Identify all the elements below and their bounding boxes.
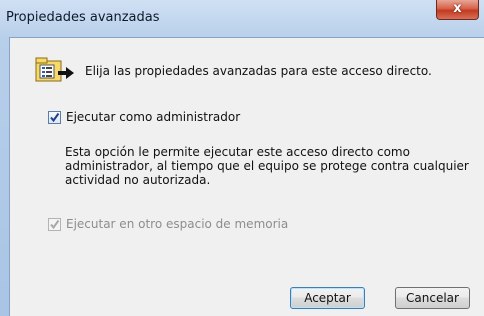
cancel-button[interactable]: Cancelar — [395, 287, 470, 309]
separate-memory-checkbox — [48, 218, 61, 231]
dialog-window: Propiedades avanzadas x Elija las propie… — [0, 0, 484, 316]
header-text: Elija las propiedades avanzadas para est… — [85, 64, 432, 78]
close-icon: x — [453, 1, 462, 16]
close-button[interactable]: x — [436, 0, 479, 20]
checkmark-icon — [50, 112, 60, 123]
shortcut-properties-icon — [35, 57, 75, 85]
ok-button[interactable]: Aceptar — [290, 287, 365, 309]
dialog-content: Elija las propiedades avanzadas para est… — [9, 37, 484, 316]
separate-memory-label: Ejecutar en otro espacio de memoria — [66, 217, 289, 231]
run-as-admin-checkbox[interactable] — [48, 111, 61, 124]
window-title: Propiedades avanzadas — [6, 10, 160, 25]
title-bar[interactable]: Propiedades avanzadas x — [0, 0, 484, 37]
run-as-admin-label[interactable]: Ejecutar como administrador — [66, 110, 240, 124]
checkmark-icon — [50, 219, 60, 230]
run-as-admin-description: Esta opción le permite ejecutar este acc… — [65, 145, 469, 187]
